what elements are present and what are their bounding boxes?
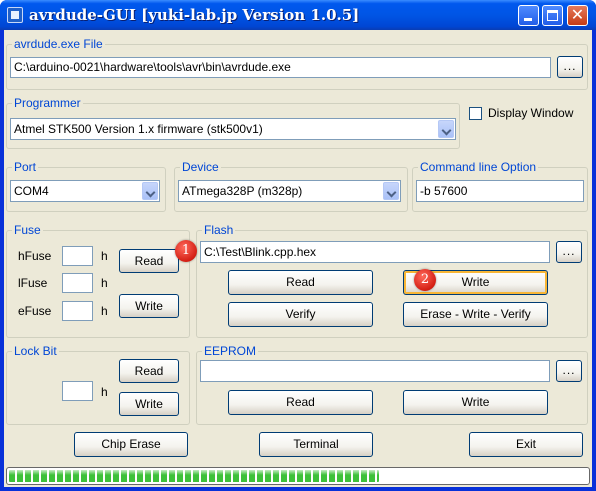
app-window: avrdude-GUI [yuki-lab.jp Version 1.0.5] … bbox=[0, 0, 596, 491]
maximize-button[interactable] bbox=[542, 5, 563, 26]
lfuse-suffix: h bbox=[101, 276, 108, 290]
port-selected: COM4 bbox=[14, 184, 49, 198]
minimize-icon bbox=[524, 18, 532, 21]
window-title: avrdude-GUI [yuki-lab.jp Version 1.0.5] bbox=[29, 6, 360, 24]
annotation-badge-1: 1 bbox=[175, 240, 197, 262]
lock-bit-group: Lock Bit h Read Write bbox=[6, 344, 190, 425]
eeprom-browse-button[interactable]: ... bbox=[556, 360, 582, 382]
efuse-field[interactable] bbox=[62, 301, 93, 321]
client-area: avrdude.exe File C:\arduino-0021\hardwar… bbox=[4, 30, 592, 487]
chip-erase-button[interactable]: Chip Erase bbox=[74, 432, 188, 457]
port-title: Port bbox=[12, 160, 39, 174]
fuse-group: Fuse hFuse h lFuse h eFuse h Read Write bbox=[6, 223, 190, 338]
avrdude-file-group: avrdude.exe File C:\arduino-0021\hardwar… bbox=[6, 37, 588, 90]
flash-browse-button[interactable]: ... bbox=[556, 241, 582, 263]
terminal-button[interactable]: Terminal bbox=[259, 432, 373, 457]
flash-group: Flash C:\Test\Blink.cpp.hex ... Read Wri… bbox=[196, 223, 588, 338]
lfuse-label: lFuse bbox=[18, 276, 48, 290]
lfuse-field[interactable] bbox=[62, 273, 93, 293]
eeprom-read-button[interactable]: Read bbox=[228, 390, 373, 415]
port-select[interactable]: COM4 bbox=[10, 180, 160, 202]
app-icon bbox=[7, 7, 23, 23]
flash-read-button[interactable]: Read bbox=[228, 270, 373, 295]
fuse-read-button[interactable]: Read bbox=[119, 249, 179, 273]
fuse-title: Fuse bbox=[12, 223, 43, 237]
efuse-suffix: h bbox=[101, 304, 108, 318]
command-line-field[interactable]: -b 57600 bbox=[416, 180, 584, 202]
progress-fill bbox=[9, 470, 379, 482]
avrdude-file-title: avrdude.exe File bbox=[12, 37, 105, 51]
display-window-label[interactable]: Display Window bbox=[488, 106, 573, 120]
programmer-selected: Atmel STK500 Version 1.x firmware (stk50… bbox=[14, 122, 263, 136]
chevron-down-icon[interactable] bbox=[383, 182, 399, 200]
annotation-badge-2: 2 bbox=[414, 269, 436, 291]
eeprom-group: EEPROM ... Read Write bbox=[196, 344, 588, 425]
progress-bar bbox=[6, 467, 590, 485]
device-title: Device bbox=[180, 160, 221, 174]
port-group: Port COM4 bbox=[6, 160, 166, 212]
exit-button[interactable]: Exit bbox=[469, 432, 583, 457]
command-line-group: Command line Option -b 57600 bbox=[412, 160, 588, 212]
device-selected: ATmega328P (m328p) bbox=[182, 184, 303, 198]
eeprom-path-field[interactable] bbox=[200, 360, 550, 382]
lock-bit-write-button[interactable]: Write bbox=[119, 392, 179, 416]
flash-path-field[interactable]: C:\Test\Blink.cpp.hex bbox=[200, 241, 550, 263]
close-button[interactable]: ✕ bbox=[567, 5, 588, 26]
flash-title: Flash bbox=[202, 223, 236, 237]
avrdude-browse-button[interactable]: ... bbox=[557, 56, 583, 78]
chevron-down-icon[interactable] bbox=[142, 182, 158, 200]
chevron-down-icon[interactable] bbox=[438, 120, 454, 138]
display-window-checkbox[interactable] bbox=[469, 107, 482, 120]
command-line-title: Command line Option bbox=[418, 160, 539, 174]
title-bar[interactable]: avrdude-GUI [yuki-lab.jp Version 1.0.5] … bbox=[0, 0, 596, 30]
fuse-write-button[interactable]: Write bbox=[119, 294, 179, 318]
flash-erase-write-verify-button[interactable]: Erase - Write - Verify bbox=[403, 302, 548, 327]
close-icon: ✕ bbox=[570, 7, 585, 24]
avrdude-path-field[interactable]: C:\arduino-0021\hardware\tools\avr\bin\a… bbox=[10, 57, 551, 78]
lock-bit-read-button[interactable]: Read bbox=[119, 359, 179, 383]
device-group: Device ATmega328P (m328p) bbox=[174, 160, 408, 212]
device-select[interactable]: ATmega328P (m328p) bbox=[178, 180, 401, 202]
hfuse-label: hFuse bbox=[18, 249, 52, 263]
eeprom-write-button[interactable]: Write bbox=[403, 390, 548, 415]
maximize-icon bbox=[547, 10, 558, 21]
hfuse-field[interactable] bbox=[62, 246, 93, 266]
eeprom-title: EEPROM bbox=[202, 344, 259, 358]
minimize-button[interactable] bbox=[518, 5, 539, 26]
lock-bit-field[interactable] bbox=[62, 381, 93, 401]
programmer-title: Programmer bbox=[12, 96, 83, 110]
programmer-group: Programmer Atmel STK500 Version 1.x firm… bbox=[6, 96, 460, 149]
efuse-label: eFuse bbox=[18, 304, 52, 318]
hfuse-suffix: h bbox=[101, 249, 108, 263]
lock-bit-title: Lock Bit bbox=[12, 344, 59, 358]
lock-bit-suffix: h bbox=[101, 385, 108, 399]
programmer-select[interactable]: Atmel STK500 Version 1.x firmware (stk50… bbox=[10, 118, 456, 140]
flash-verify-button[interactable]: Verify bbox=[228, 302, 373, 327]
